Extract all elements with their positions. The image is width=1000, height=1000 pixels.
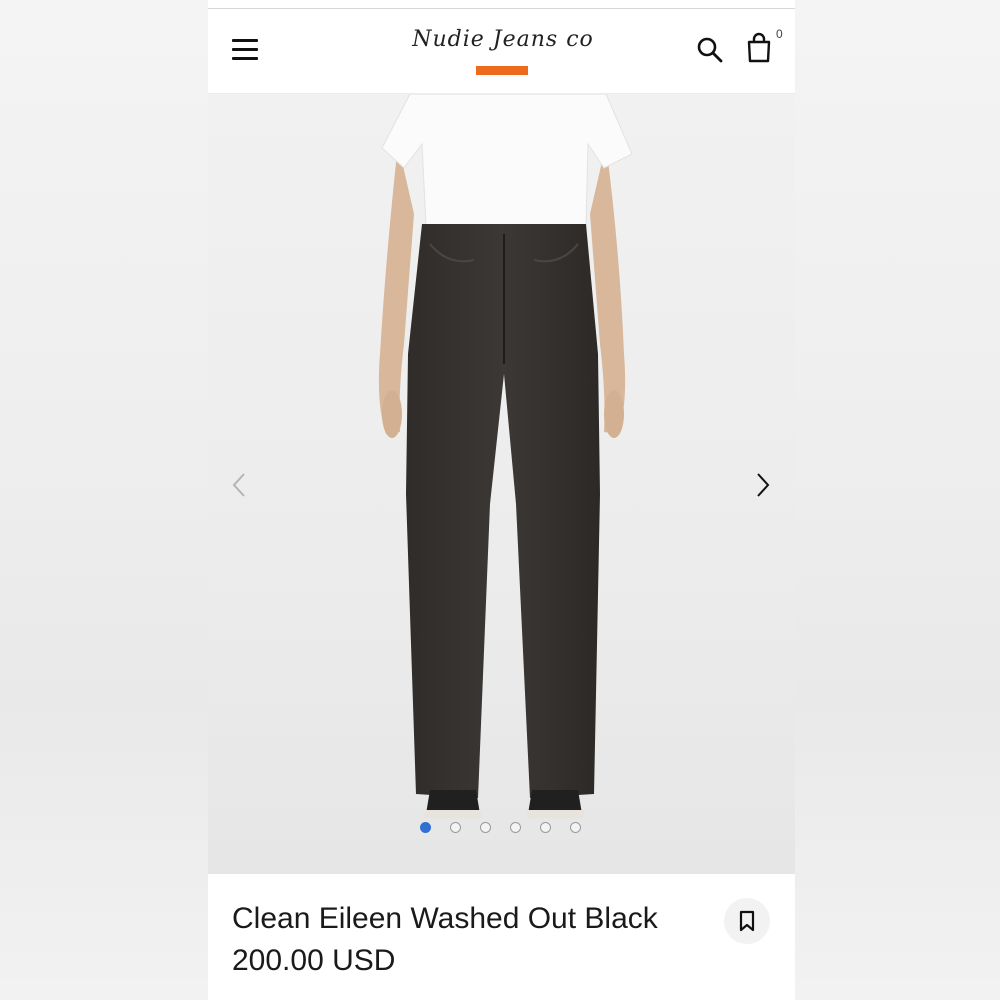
brand-logo[interactable]: Nudie Jeans co	[393, 27, 613, 52]
hamburger-menu-icon[interactable]	[232, 39, 258, 61]
left-backdrop	[0, 0, 208, 1000]
site-header: Nudie Jeans co 0	[208, 9, 795, 94]
product-title: Clean Eileen Washed Out Black	[232, 902, 658, 935]
product-page: Nudie Jeans co 0 Clean Eileen Washed Out…	[208, 0, 795, 1000]
chevron-left-icon[interactable]	[228, 470, 252, 500]
chevron-right-icon[interactable]	[750, 470, 774, 500]
product-image-carousel[interactable]	[208, 94, 795, 874]
product-photo	[378, 94, 633, 818]
logo-accent-bar	[476, 66, 528, 75]
carousel-dot-5[interactable]	[540, 822, 551, 833]
carousel-dot-1[interactable]	[420, 822, 431, 833]
carousel-dot-3[interactable]	[480, 822, 491, 833]
cart-count-badge: 0	[776, 27, 783, 41]
carousel-dot-2[interactable]	[450, 822, 461, 833]
product-info: Clean Eileen Washed Out Black 200.00 USD	[208, 874, 795, 1000]
search-icon[interactable]	[696, 36, 724, 64]
wishlist-button[interactable]	[724, 898, 770, 944]
product-price: 200.00 USD	[232, 944, 396, 977]
right-backdrop	[795, 0, 1000, 1000]
carousel-dot-6[interactable]	[570, 822, 581, 833]
bookmark-icon	[739, 910, 755, 932]
shopping-bag-icon[interactable]	[746, 32, 772, 64]
carousel-dot-4[interactable]	[510, 822, 521, 833]
